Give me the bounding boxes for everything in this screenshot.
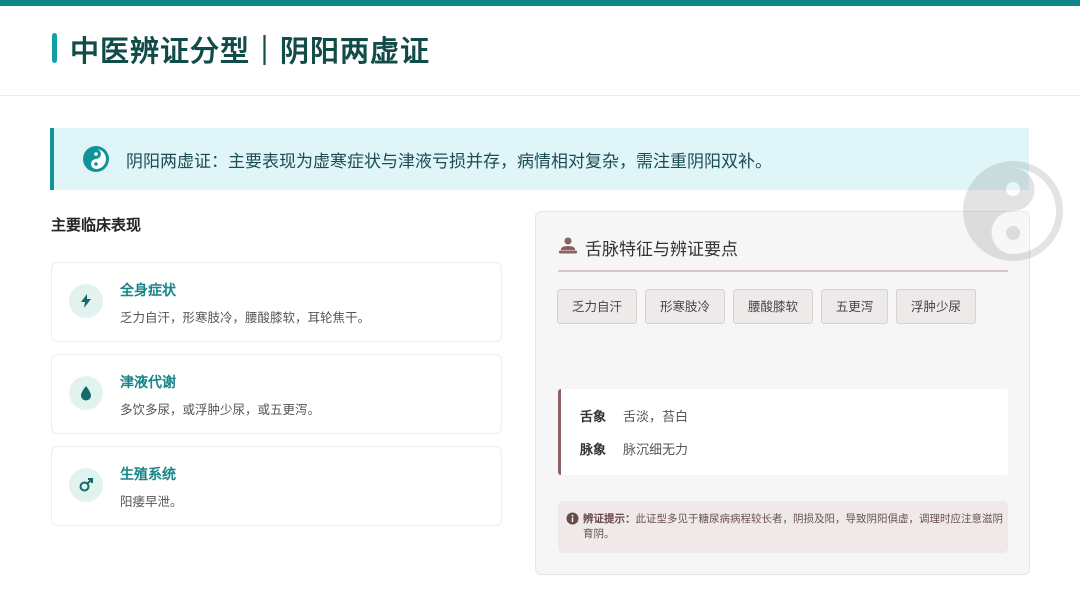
info-icon [566,512,579,525]
symptom-description: 多饮多尿，或浮肿少尿，或五更泻。 [120,402,321,417]
pulse-value: 脉沉细无力 [623,443,689,458]
tip-body: 此证型多见于糖尿病病程较长者，阴损及阳，导致阴阳俱虚，调理时应注意滋阴育阴。 [583,513,1003,540]
pulse-label: 脉象 [580,443,607,458]
tip-label: 辨证提示： [583,513,636,525]
lightning-icon [69,284,103,318]
summary-text: 阴阳两虚证：主要表现为虚寒症状与津液亏损并存，病情相对复杂，需注重阴阳双补。 [126,152,772,172]
clinical-section-title: 主要临床表现 [51,216,142,234]
doctor-icon [559,237,577,254]
symptom-title: 全身症状 [120,283,176,299]
tongue-label: 舌象 [580,410,607,425]
page-header: 中医辨证分型｜阴阳两虚证 [0,6,1080,96]
tongue-value: 舌淡，苔白 [623,410,689,425]
symptom-tag: 乏力自汗 [557,289,637,324]
tip-text: 辨证提示：此证型多见于糖尿病病程较长者，阴损及阳，导致阴阳俱虚，调理时应注意滋阴… [583,512,1008,542]
symptom-card-fluid: 津液代谢 多饮多尿，或浮肿少尿，或五更泻。 [51,354,502,434]
title-accent-bar [52,33,57,63]
tongue-pulse-box: 舌象 舌淡，苔白 脉象 脉沉细无力 [558,389,1008,475]
panel-title: 舌脉特征与辨证要点 [585,240,738,260]
panel-divider [558,270,1008,272]
symptom-title: 生殖系统 [120,467,176,483]
diagnosis-tip: 辨证提示：此证型多见于糖尿病病程较长者，阴损及阳，导致阴阳俱虚，调理时应注意滋阴… [558,501,1008,553]
symptom-card-reproductive: 生殖系统 阳痿早泄。 [51,446,502,526]
symptom-title: 津液代谢 [120,375,176,391]
symptom-description: 阳痿早泄。 [120,494,183,509]
symptom-card-general: 全身症状 乏力自汗，形寒肢冷，腰酸膝软，耳轮焦干。 [51,262,502,342]
symptom-tag: 五更泻 [821,289,888,324]
droplet-icon [69,376,103,410]
male-symbol-icon [69,468,103,502]
yin-yang-watermark-icon [963,161,1063,261]
tongue-pulse-panel: 舌脉特征与辨证要点 乏力自汗 形寒肢冷 腰酸膝软 五更泻 浮肿少尿 舌象 舌淡，… [535,211,1030,575]
page-title: 中医辨证分型｜阴阳两虚证 [70,34,431,68]
symptom-tag: 形寒肢冷 [645,289,725,324]
yin-yang-icon [83,146,109,172]
symptom-tag: 浮肿少尿 [896,289,976,324]
symptom-description: 乏力自汗，形寒肢冷，腰酸膝软，耳轮焦干。 [120,310,371,325]
symptom-tag: 腰酸膝软 [733,289,813,324]
summary-banner: 阴阳两虚证：主要表现为虚寒症状与津液亏损并存，病情相对复杂，需注重阴阳双补。 [50,128,1029,190]
